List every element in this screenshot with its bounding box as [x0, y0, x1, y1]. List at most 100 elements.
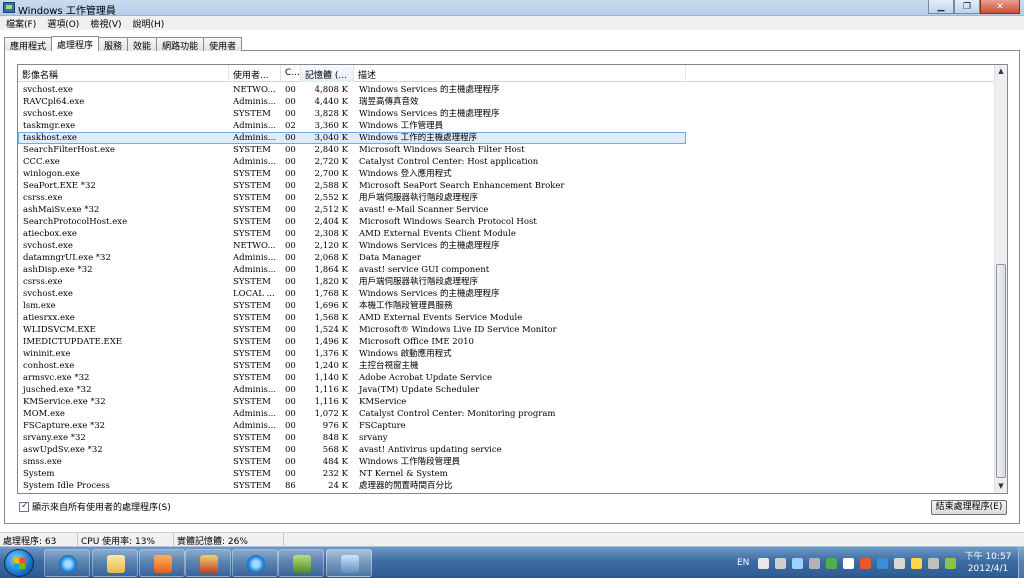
tray-app-icon[interactable] — [826, 557, 838, 569]
scroll-up-arrow-icon[interactable]: ▲ — [995, 65, 1007, 78]
process-description: NT Kernel & System — [359, 469, 448, 479]
process-row[interactable]: SearchFilterHost.exe SYSTEM 00 2,840 K Micro… — [18, 144, 995, 156]
process-row[interactable]: svchost.exe NETWO... 00 2,120 K Windows Serv… — [18, 240, 995, 252]
process-row[interactable]: csrss.exe SYSTEM 00 2,552 K 用戶端伺服器執行階段處理程序 — [18, 192, 995, 204]
end-process-button[interactable]: 結束處理程序(E) — [931, 500, 1007, 515]
process-row[interactable]: FSCapture.exe *32 Adminis... 00 976 K FSCapt… — [18, 420, 995, 432]
taskbar-game[interactable] — [185, 549, 231, 577]
process-row[interactable]: atiesrxx.exe SYSTEM 00 1,568 K AMD External … — [18, 312, 995, 324]
process-row[interactable]: conhost.exe SYSTEM 00 1,240 K 主控台視窗主機 — [18, 360, 995, 372]
process-row[interactable]: CCC.exe Adminis... 00 2,720 K Catalyst Contr… — [18, 156, 995, 168]
process-cpu: 00 — [285, 445, 296, 455]
menu-help[interactable]: 說明(H) — [127, 16, 170, 30]
ime-icon[interactable] — [758, 557, 770, 569]
process-user: SYSTEM — [233, 349, 271, 359]
process-row[interactable]: taskmgr.exe Adminis... 02 3,360 K Windows 工作… — [18, 120, 995, 132]
help-icon[interactable] — [792, 557, 804, 569]
process-row[interactable]: System SYSTEM 00 232 K NT Kernel & System — [18, 468, 995, 480]
taskbar-task-manager[interactable] — [326, 549, 372, 577]
speaker-icon[interactable] — [928, 557, 940, 569]
tab-strip: 應用程式 處理程序 服務 效能 網路功能 使用者 — [4, 36, 243, 52]
avast-icon[interactable] — [860, 557, 872, 569]
title-bar[interactable]: Windows 工作管理員 ▁ ❐ ✕ — [0, 0, 1024, 17]
process-memory: 1,696 K — [314, 301, 348, 311]
process-row[interactable]: lsm.exe SYSTEM 00 1,696 K 本機工作階段管理員服務 — [18, 300, 995, 312]
process-row[interactable]: srvany.exe *32 SYSTEM 00 848 K srvany — [18, 432, 995, 444]
process-memory: 3,828 K — [314, 109, 348, 119]
network-icon[interactable] — [809, 557, 821, 569]
start-button[interactable] — [4, 549, 34, 577]
process-row[interactable]: atiecbox.exe SYSTEM 00 2,308 K AMD External … — [18, 228, 995, 240]
process-row[interactable]: winlogon.exe SYSTEM 00 2,700 K Windows 登入應用程… — [18, 168, 995, 180]
process-row[interactable]: csrss.exe SYSTEM 00 1,820 K 用戶端伺服器執行階段處理程序 — [18, 276, 995, 288]
column-header-description[interactable]: 描述 — [354, 65, 686, 82]
tab-performance[interactable]: 效能 — [127, 37, 158, 52]
volume-icon[interactable] — [894, 557, 906, 569]
process-row[interactable]: svchost.exe NETWO... 00 4,808 K Windows Serv… — [18, 84, 995, 96]
maximize-button[interactable]: ❐ — [954, 0, 980, 14]
vertical-scrollbar[interactable]: ▲ ▼ — [994, 65, 1007, 493]
process-row[interactable]: SearchProtocolHost.exe SYSTEM 00 2,404 K Mic… — [18, 216, 995, 228]
minimize-button[interactable]: ▁ — [928, 0, 954, 14]
taskbar-internet-explorer[interactable] — [44, 549, 90, 577]
process-description: Microsoft SeaPort Search Enhancement Bro… — [359, 181, 565, 191]
process-memory: 1,820 K — [314, 277, 348, 287]
menu-file[interactable]: 檔案(F) — [0, 16, 41, 30]
process-row[interactable]: smss.exe SYSTEM 00 484 K Windows 工作階段管理員 — [18, 456, 995, 468]
taskbar-internet-explorer-2[interactable] — [232, 549, 278, 577]
process-description: Catalyst Control Center: Monitoring prog… — [359, 409, 556, 419]
tab-processes[interactable]: 處理程序 — [51, 36, 100, 51]
scroll-down-arrow-icon[interactable]: ▼ — [995, 480, 1007, 493]
clock[interactable]: 下午 10:57 2012/4/1 — [958, 551, 1018, 575]
column-header-image-name[interactable]: 影像名稱 — [18, 65, 229, 82]
show-all-users-option[interactable]: 顯示來自所有使用者的處理程序(S) — [19, 500, 171, 513]
process-row[interactable]: KMService.exe *32 SYSTEM 00 1,116 K KMServic… — [18, 396, 995, 408]
process-cpu: 00 — [285, 325, 296, 335]
process-row[interactable]: WLIDSVCM.EXE SYSTEM 00 1,524 K Microsoft® Wi… — [18, 324, 995, 336]
tab-applications[interactable]: 應用程式 — [4, 37, 53, 52]
flag-icon[interactable] — [843, 557, 855, 569]
process-row[interactable]: svchost.exe SYSTEM 00 3,828 K Windows Servic… — [18, 108, 995, 120]
process-description: avast! service GUI component — [359, 265, 490, 275]
taskbar-media-player[interactable] — [139, 549, 185, 577]
column-header-memory[interactable]: 記憶體 (... — [301, 65, 354, 82]
process-row[interactable]: RAVCpl64.exe Adminis... 00 4,440 K 瑞昱高傳真音效 — [18, 96, 995, 108]
taskbar-explorer[interactable] — [92, 549, 138, 577]
process-user: SYSTEM — [233, 325, 271, 335]
process-row[interactable]: IMEDICTUPDATE.EXE SYSTEM 00 1,496 K Microsof… — [18, 336, 995, 348]
power-icon[interactable] — [911, 557, 923, 569]
process-row[interactable]: ashMaiSv.exe *32 SYSTEM 00 2,512 K avast! e-… — [18, 204, 995, 216]
process-row[interactable]: aswUpdSv.exe *32 SYSTEM 00 568 K avast! Anti… — [18, 444, 995, 456]
process-row[interactable]: svchost.exe LOCAL ... 00 1,768 K Windows Ser… — [18, 288, 995, 300]
close-button[interactable]: ✕ — [980, 0, 1020, 14]
show-all-users-checkbox[interactable] — [19, 501, 29, 512]
process-row[interactable]: wininit.exe SYSTEM 00 1,376 K Windows 啟動應用程式 — [18, 348, 995, 360]
process-row[interactable]: armsvc.exe *32 SYSTEM 00 1,140 K Adobe Acrob… — [18, 372, 995, 384]
process-row[interactable]: ashDisp.exe *32 Adminis... 00 1,864 K avast!… — [18, 264, 995, 276]
status-cpu-usage: CPU 使用率: 13% — [78, 533, 174, 547]
column-header-cpu[interactable]: C... — [281, 65, 301, 82]
process-memory: 1,072 K — [314, 409, 348, 419]
tab-users[interactable]: 使用者 — [203, 37, 243, 52]
show-desktop-button[interactable] — [1018, 547, 1024, 578]
menu-options[interactable]: 選項(O) — [41, 16, 84, 30]
process-row[interactable]: System Idle Process SYSTEM 86 24 K 處理器的閒置時間百… — [18, 480, 995, 492]
process-user: SYSTEM — [233, 313, 271, 323]
taskbar-tool[interactable] — [278, 549, 324, 577]
language-indicator[interactable]: EN — [737, 558, 749, 568]
process-name: KMService.exe *32 — [23, 397, 106, 407]
column-header-user[interactable]: 使用者... — [229, 65, 281, 82]
ime-option-icon[interactable] — [775, 557, 787, 569]
scrollbar-thumb[interactable] — [996, 264, 1006, 478]
process-row[interactable]: datamngrUI.exe *32 Adminis... 00 2,068 K Dat… — [18, 252, 995, 264]
process-row[interactable]: taskhost.exe Adminis... 00 3,040 K Windows 工… — [18, 132, 686, 144]
tab-services[interactable]: 服務 — [98, 37, 129, 52]
tab-networking[interactable]: 網路功能 — [156, 37, 205, 52]
process-row[interactable]: SeaPort.EXE *32 SYSTEM 00 2,588 K Microsoft … — [18, 180, 995, 192]
bluetooth-icon[interactable] — [877, 557, 889, 569]
battery-icon[interactable] — [945, 557, 957, 569]
process-row[interactable]: jusched.exe *32 Adminis... 00 1,116 K Java(T… — [18, 384, 995, 396]
process-list[interactable]: 影像名稱 使用者... C... 記憶體 (... 描述 svchost.exe… — [17, 64, 1008, 494]
menu-view[interactable]: 檢視(V) — [84, 16, 126, 30]
process-row[interactable]: MOM.exe Adminis... 00 1,072 K Catalyst Contr… — [18, 408, 995, 420]
